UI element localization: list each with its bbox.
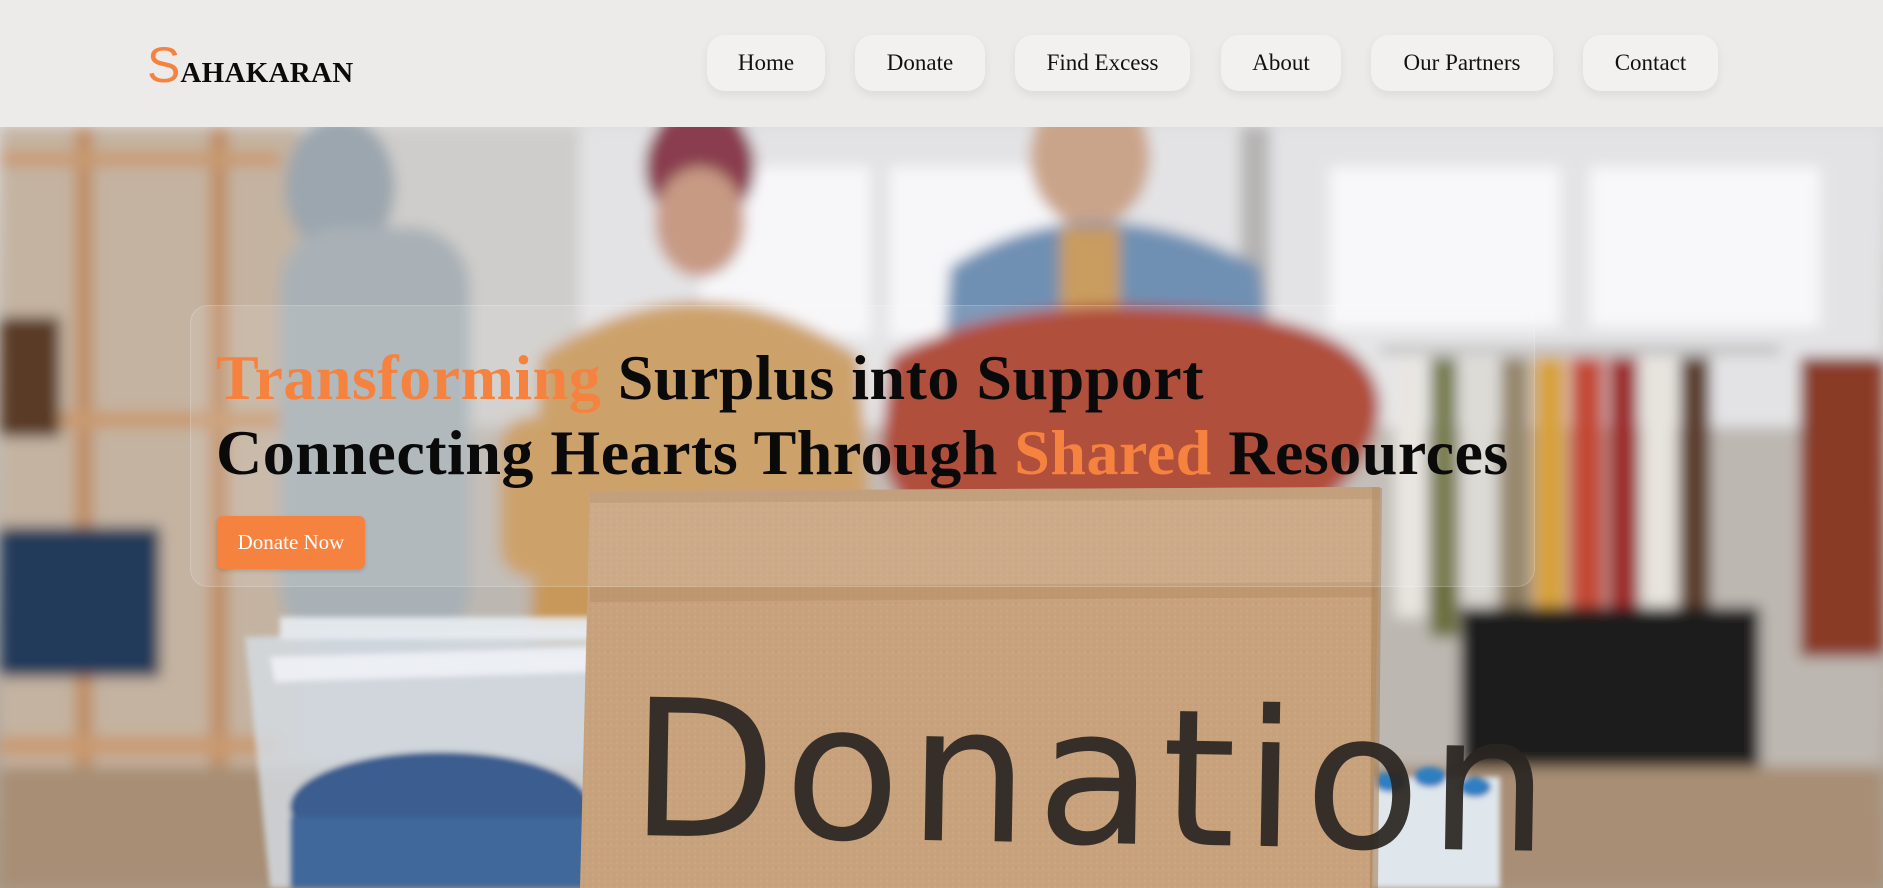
main-nav: Home Donate Find Excess About Our Partne… [0, 35, 1883, 91]
nav-donate[interactable]: Donate [855, 35, 985, 91]
nav-find-excess[interactable]: Find Excess [1015, 35, 1190, 91]
nav-our-partners[interactable]: Our Partners [1371, 35, 1553, 91]
headline-line-2-start: Connecting Hearts Through [216, 417, 1015, 488]
donate-now-button[interactable]: Donate Now [217, 516, 365, 569]
headline-line-2-end: Resources [1211, 417, 1509, 488]
hero-headline: Transforming Surplus into Support Connec… [216, 340, 1509, 490]
donation-sign-text: Donation [628, 658, 1560, 888]
nav-home[interactable]: Home [707, 35, 825, 91]
headline-line-1: Transforming Surplus into Support [216, 340, 1509, 415]
headline-accent-transforming: Transforming [216, 342, 602, 413]
site-header: S AHAKARAN Home Donate Find Excess About… [0, 0, 1883, 127]
hero-section: Transforming Surplus into Support Connec… [0, 127, 1883, 888]
headline-accent-shared: Shared [1014, 417, 1212, 488]
nav-contact[interactable]: Contact [1583, 35, 1718, 91]
headline-line-2: Connecting Hearts Through Shared Resourc… [216, 415, 1509, 490]
headline-line-1-rest: Surplus into Support [601, 342, 1204, 413]
nav-about[interactable]: About [1221, 35, 1341, 91]
